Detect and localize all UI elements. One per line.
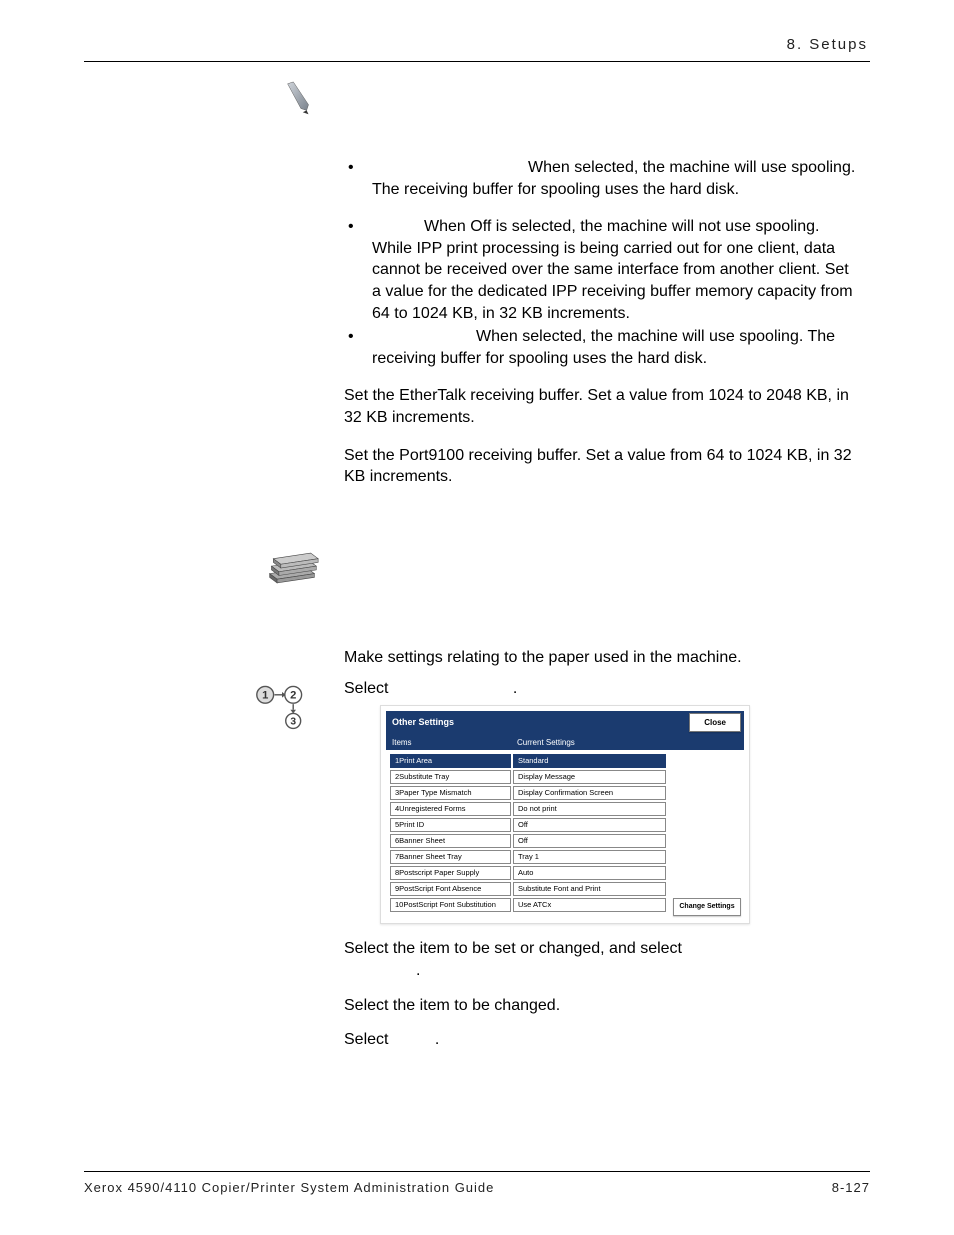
ss-cell-value[interactable]: Do not print xyxy=(513,802,666,816)
ss-cell-item[interactable]: 9PostScript Font Absence xyxy=(390,882,511,896)
pen-icon xyxy=(280,80,318,118)
ss-row[interactable]: 2Substitute TrayDisplay Message xyxy=(390,770,666,784)
bullet-item: • When selected, the machine will use sp… xyxy=(344,157,862,200)
ss-col-current: Current Settings xyxy=(511,735,744,750)
para-port9100: Set the Port9100 receiving buffer. Set a… xyxy=(344,445,862,488)
note-icon-row xyxy=(280,80,870,123)
ss-right-panel: Change Settings xyxy=(670,750,744,918)
bullet-item: • When selected, the machine will use sp… xyxy=(344,326,862,369)
section-icon-row xyxy=(264,544,870,597)
ss-cell-value[interactable]: Off xyxy=(513,818,666,832)
ss-cell-item[interactable]: 5Print ID xyxy=(390,818,511,832)
ss-title: Other Settings xyxy=(392,716,454,729)
footer-left: Xerox 4590/4110 Copier/Printer System Ad… xyxy=(84,1180,494,1195)
ss-row[interactable]: 8Postscript Paper SupplyAuto xyxy=(390,866,666,880)
steps-icon-col: 1 2 3 xyxy=(254,678,338,735)
ss-rows: 1Print AreaStandard2Substitute TrayDispl… xyxy=(386,750,670,918)
ss-cell-value[interactable]: Auto xyxy=(513,866,666,880)
bullet-text: When selected, the machine will use spoo… xyxy=(372,326,862,369)
header-rule xyxy=(84,61,870,62)
ss-cell-item[interactable]: 3Paper Type Mismatch xyxy=(390,786,511,800)
body-text-block: • When selected, the machine will use sp… xyxy=(344,157,862,488)
ss-cell-item[interactable]: 7Banner Sheet Tray xyxy=(390,850,511,864)
section2-intro: Make settings relating to the paper used… xyxy=(344,647,862,669)
ss-cell-value[interactable]: Display Confirmation Screen xyxy=(513,786,666,800)
footer-rule xyxy=(84,1171,870,1172)
steps-123-icon: 1 2 3 xyxy=(254,682,310,730)
ss-cell-value[interactable]: Tray 1 xyxy=(513,850,666,864)
ss-row[interactable]: 7Banner Sheet TrayTray 1 xyxy=(390,850,666,864)
chapter-header: 8. Setups xyxy=(84,36,870,53)
ss-close-button[interactable]: Close xyxy=(689,713,741,732)
step2b: . xyxy=(344,960,862,982)
ss-columns: Items Current Settings xyxy=(386,735,744,750)
settings-screenshot: Other Settings Close Items Current Setti… xyxy=(380,705,750,924)
ss-row[interactable]: 5Print IDOff xyxy=(390,818,666,832)
ss-cell-value[interactable]: Substitute Font and Print xyxy=(513,882,666,896)
page-footer: Xerox 4590/4110 Copier/Printer System Ad… xyxy=(84,1171,870,1195)
ss-cell-item[interactable]: 4Unregistered Forms xyxy=(390,802,511,816)
svg-text:1: 1 xyxy=(262,690,268,702)
ss-row[interactable]: 3Paper Type MismatchDisplay Confirmation… xyxy=(390,786,666,800)
ss-row[interactable]: 10PostScript Font SubstitutionUse ATCx xyxy=(390,898,666,912)
ss-col-items: Items xyxy=(386,735,511,750)
step4: Select . xyxy=(344,1029,862,1051)
svg-text:3: 3 xyxy=(290,717,296,728)
footer-right: 8-127 xyxy=(832,1180,870,1195)
bullet-dot: • xyxy=(344,216,372,324)
ss-header: Other Settings Close xyxy=(386,711,744,735)
ss-row[interactable]: 6Banner SheetOff xyxy=(390,834,666,848)
ss-cell-item[interactable]: 8Postscript Paper Supply xyxy=(390,866,511,880)
ss-cell-value[interactable]: Display Message xyxy=(513,770,666,784)
bullet-dot: • xyxy=(344,326,372,369)
para-ethertalk: Set the EtherTalk receiving buffer. Set … xyxy=(344,385,862,428)
steps-text-col: Select . Other Settings Close Items Curr… xyxy=(344,678,862,1051)
ss-cell-item[interactable]: 10PostScript Font Substitution xyxy=(390,898,511,912)
ss-cell-value[interactable]: Standard xyxy=(513,754,666,768)
bullet-text: When selected, the machine will use spoo… xyxy=(372,157,862,200)
step1: Select . xyxy=(344,678,862,700)
step3: Select the item to be changed. xyxy=(344,995,862,1017)
ss-cell-value[interactable]: Off xyxy=(513,834,666,848)
ss-cell-item[interactable]: 2Substitute Tray xyxy=(390,770,511,784)
bullet-dot: • xyxy=(344,157,372,200)
ss-row[interactable]: 9PostScript Font AbsenceSubstitute Font … xyxy=(390,882,666,896)
bullet-text: When Off is selected, the machine will n… xyxy=(372,216,862,324)
ss-row[interactable]: 1Print AreaStandard xyxy=(390,754,666,768)
book-stack-icon xyxy=(264,544,320,592)
ss-row[interactable]: 4Unregistered FormsDo not print xyxy=(390,802,666,816)
ss-cell-value[interactable]: Use ATCx xyxy=(513,898,666,912)
svg-text:2: 2 xyxy=(290,690,296,702)
bullet-item: • When Off is selected, the machine will… xyxy=(344,216,862,324)
ss-change-settings-button[interactable]: Change Settings xyxy=(673,898,741,916)
ss-cell-item[interactable]: 1Print Area xyxy=(390,754,511,768)
step2: Select the item to be set or changed, an… xyxy=(344,938,862,960)
ss-cell-item[interactable]: 6Banner Sheet xyxy=(390,834,511,848)
